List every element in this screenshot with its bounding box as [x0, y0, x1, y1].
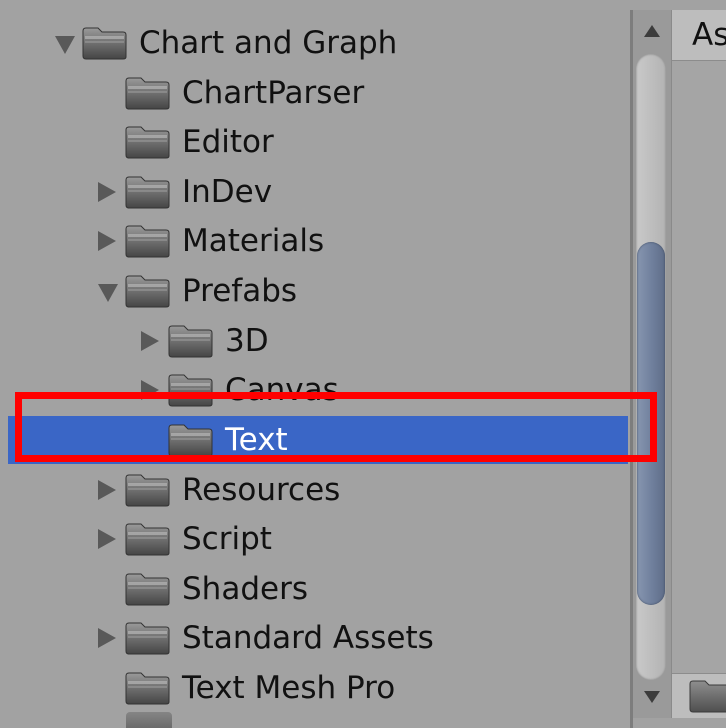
tree-item[interactable]: ChartParser [0, 69, 632, 117]
tree-item[interactable]: Shaders [0, 565, 632, 613]
tree-item-label: Prefabs [182, 273, 298, 309]
folder-icon [124, 473, 170, 507]
scroll-down-arrow-icon [644, 691, 660, 703]
tree-item[interactable]: 3D [0, 317, 632, 365]
tree-item[interactable]: Editor [0, 118, 632, 166]
project-folder-tree: Chart and Graph ChartParser Editor InDev Mat… [0, 0, 632, 728]
folder-icon [124, 125, 170, 159]
folder-icon [124, 76, 170, 110]
triangle-right-icon[interactable] [98, 231, 116, 251]
folder-icon [81, 26, 127, 60]
scroll-up-arrow-icon [644, 25, 660, 37]
tree-item-label: Resources [182, 472, 341, 508]
tree-item[interactable]: Canvas [0, 366, 632, 414]
tree-scrollbar[interactable] [633, 10, 671, 718]
scrollbar-track[interactable] [636, 54, 666, 680]
tree-item[interactable]: Prefabs [0, 267, 632, 315]
tree-item-label: Text Mesh Pro [182, 670, 396, 706]
tree-item-label: Shaders [182, 571, 308, 607]
asset-panel-breadcrumb[interactable]: As [692, 10, 726, 60]
triangle-right-icon[interactable] [98, 480, 116, 500]
folder-icon [124, 621, 170, 655]
scroll-down-button[interactable] [633, 680, 671, 714]
asset-panel-header: As [672, 10, 726, 61]
tree-item[interactable]: Text [8, 416, 628, 464]
folder-icon [124, 572, 170, 606]
folder-icon [167, 324, 213, 358]
scroll-up-button[interactable] [633, 14, 671, 48]
folder-icon [688, 679, 726, 713]
tree-item[interactable]: Standard Assets [0, 614, 632, 662]
folder-icon [124, 671, 170, 705]
triangle-right-icon[interactable] [141, 331, 159, 351]
triangle-down-icon[interactable] [55, 36, 75, 54]
tree-item[interactable]: Chart and Graph [0, 19, 632, 67]
tree-item-label: Standard Assets [182, 620, 434, 656]
tree-item-label: Materials [182, 223, 325, 259]
tree-item-label: Script [182, 521, 272, 557]
folder-icon [167, 373, 213, 407]
folder-icon [167, 423, 213, 457]
tree-item[interactable]: Materials [0, 217, 632, 265]
folder-icon [124, 224, 170, 258]
asset-panel-footer [672, 673, 726, 718]
triangle-right-icon[interactable] [98, 182, 116, 202]
triangle-right-icon[interactable] [98, 628, 116, 648]
tree-item-label: ChartParser [182, 75, 365, 111]
tree-item-label: 3D [225, 323, 269, 359]
tree-item[interactable]: InDev [0, 168, 632, 216]
tree-item[interactable]: Text Mesh Pro [0, 664, 632, 712]
tree-item-label: Editor [182, 124, 274, 160]
partial-folder-icon [126, 712, 172, 728]
triangle-right-icon[interactable] [141, 380, 159, 400]
tree-item[interactable]: Script [0, 515, 632, 563]
folder-icon [124, 274, 170, 308]
triangle-down-icon[interactable] [98, 284, 118, 302]
tree-item-label: Canvas [225, 372, 339, 408]
folder-icon [124, 522, 170, 556]
scrollbar-thumb[interactable] [637, 242, 665, 605]
tree-item-label: InDev [182, 174, 273, 210]
folder-icon [124, 175, 170, 209]
triangle-right-icon[interactable] [98, 529, 116, 549]
tree-item[interactable]: Resources [0, 466, 632, 514]
top-edge [0, 0, 726, 10]
tree-item-label: Chart and Graph [139, 25, 398, 61]
tree-item-label: Text [225, 422, 288, 458]
asset-list-panel: As [671, 10, 726, 718]
